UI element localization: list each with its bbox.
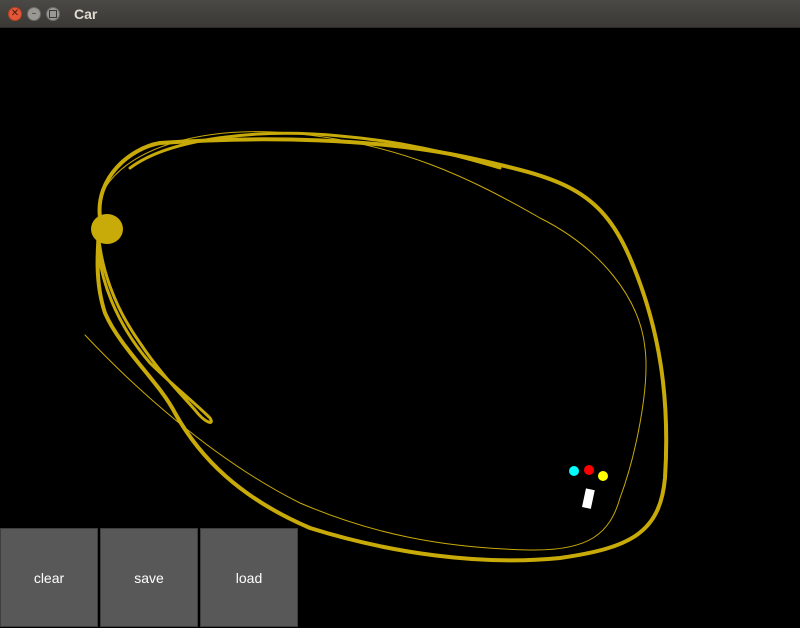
sensor-front bbox=[584, 465, 594, 475]
sand-path-thin bbox=[84, 131, 647, 551]
sand-blob bbox=[91, 214, 123, 244]
sensor-right bbox=[598, 471, 608, 481]
load-button[interactable]: load bbox=[200, 528, 298, 627]
minimize-icon[interactable]: – bbox=[27, 7, 41, 21]
window-titlebar[interactable]: ✕ – Car bbox=[0, 0, 800, 28]
sensor-left bbox=[569, 466, 579, 476]
clear-button[interactable]: clear bbox=[0, 528, 98, 627]
save-button[interactable]: save bbox=[100, 528, 198, 627]
sand-path-outer bbox=[95, 137, 669, 563]
window-title: Car bbox=[74, 6, 98, 22]
close-icon[interactable]: ✕ bbox=[8, 7, 22, 21]
sand-path-inner-left bbox=[96, 226, 213, 424]
maximize-icon[interactable] bbox=[46, 7, 60, 21]
drawing-canvas[interactable]: clear save load bbox=[0, 28, 800, 628]
car bbox=[582, 488, 595, 509]
